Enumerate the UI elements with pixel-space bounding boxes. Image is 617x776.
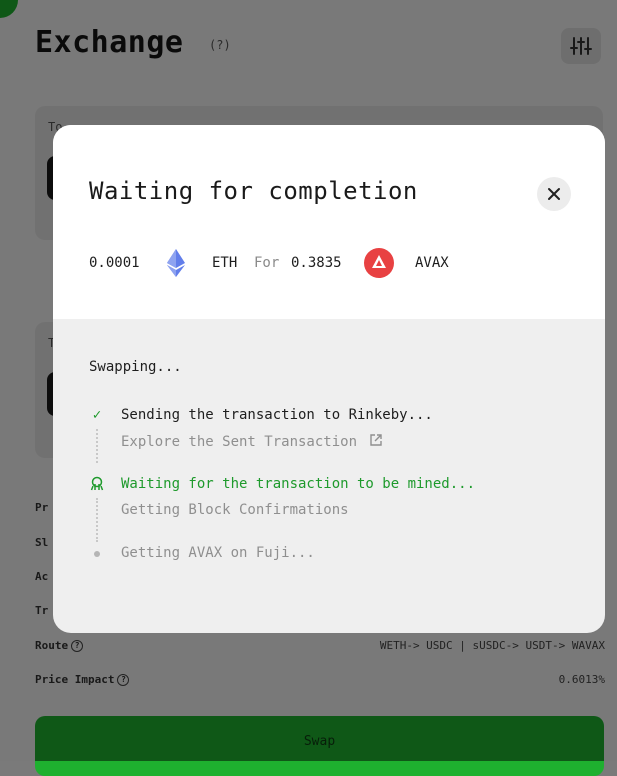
status-heading: Swapping...	[89, 359, 182, 375]
avax-icon	[364, 248, 394, 287]
modal-header: Waiting for completion 0.0001 ETH For 0.…	[53, 125, 605, 319]
spinner-icon	[89, 476, 105, 496]
close-button[interactable]	[537, 177, 571, 211]
step-avax-label: Getting AVAX on Fuji...	[121, 545, 315, 561]
to-amount: 0.3835	[291, 255, 342, 271]
dot-icon	[89, 545, 105, 565]
step-mining-label: Waiting for the transaction to be mined.…	[121, 476, 476, 492]
for-label: For	[254, 255, 280, 271]
to-symbol: AVAX	[415, 255, 449, 271]
close-icon	[548, 188, 560, 200]
explore-link[interactable]: Explore the Sent Transaction	[121, 433, 383, 450]
step-confirmations-label: Getting Block Confirmations	[121, 502, 349, 518]
step-connector	[96, 429, 100, 463]
step-send-label: Sending the transaction to Rinkeby...	[121, 407, 433, 423]
progress-section: Swapping... ✓ Sending the transaction to…	[53, 319, 605, 633]
completion-modal: Waiting for completion 0.0001 ETH For 0.…	[53, 125, 605, 633]
modal-title: Waiting for completion	[89, 177, 418, 205]
from-amount: 0.0001	[89, 255, 140, 271]
step-connector	[96, 498, 100, 542]
eth-icon	[166, 248, 186, 287]
external-link-icon	[370, 434, 383, 446]
explore-link-label: Explore the Sent Transaction	[121, 434, 358, 450]
from-symbol: ETH	[212, 255, 238, 271]
check-icon: ✓	[92, 407, 102, 423]
